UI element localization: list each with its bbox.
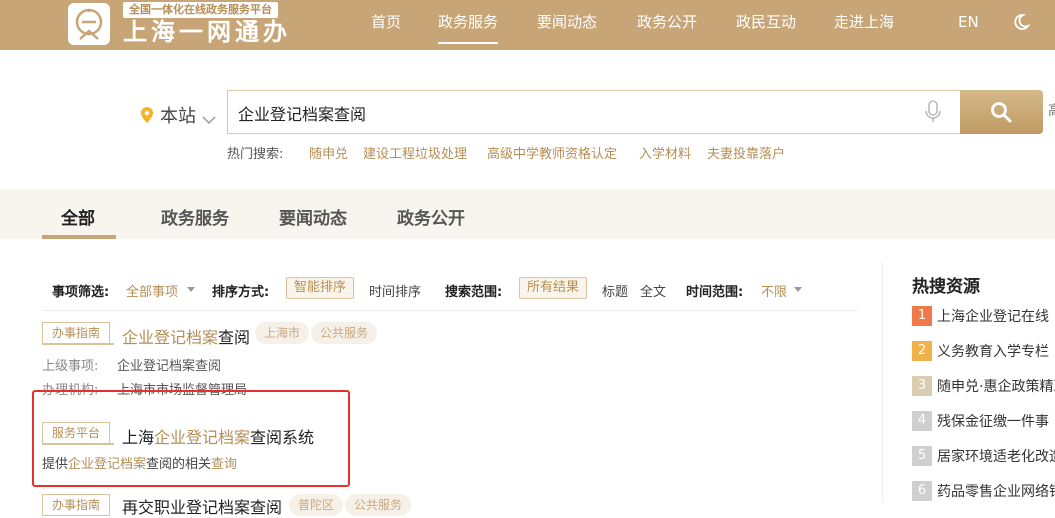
- nav-news[interactable]: 要闻动态: [537, 0, 597, 50]
- region-tag[interactable]: 上海市: [255, 322, 310, 344]
- range-fulltext-button[interactable]: 全文: [640, 281, 666, 300]
- lang-switch[interactable]: EN: [958, 0, 979, 44]
- location-pin-icon: [140, 106, 154, 128]
- hot-resource-item[interactable]: 上海企业登记在线: [937, 306, 1049, 326]
- nav-interaction[interactable]: 政民互动: [736, 0, 796, 50]
- hot-resource-item[interactable]: 居家环境适老化改造: [937, 446, 1055, 466]
- meta-label: 上级事项:: [42, 359, 99, 374]
- hot-search-item[interactable]: 高级中学教师资格认定: [487, 143, 617, 162]
- tab-gov-service[interactable]: 政务服务: [161, 204, 229, 229]
- category-tag[interactable]: 公共服务: [311, 322, 378, 344]
- rank-badge: 6: [912, 481, 932, 501]
- search-button[interactable]: [960, 90, 1043, 134]
- sort-time-button[interactable]: 时间排序: [369, 281, 421, 300]
- nav-home[interactable]: 首页: [371, 0, 401, 50]
- rank-badge: 2: [912, 341, 932, 361]
- rank-badge: 3: [912, 376, 932, 396]
- chevron-down-icon[interactable]: [202, 110, 216, 129]
- sort-smart-button[interactable]: 智能排序: [286, 277, 355, 299]
- title-highlight: 企业登记档案: [122, 328, 219, 347]
- result-type-badge: 办事指南: [42, 494, 111, 516]
- hot-search-item[interactable]: 夫妻投靠落户: [707, 143, 785, 162]
- rank-badge: 5: [912, 446, 932, 466]
- search-input[interactable]: [238, 101, 898, 125]
- search-box: [227, 90, 962, 134]
- nav-gov-open[interactable]: 政务公开: [637, 0, 697, 50]
- meta-value: 企业登记档案查阅: [117, 359, 222, 374]
- hot-resource-item[interactable]: 药品零售企业网络销: [937, 481, 1055, 501]
- brand-tag: 全国一体化在线政务服务平台: [123, 2, 278, 18]
- result-type-badge: 办事指南: [42, 322, 111, 344]
- rank-badge: 1: [912, 306, 932, 326]
- hot-search-item[interactable]: 随申兑: [309, 143, 348, 162]
- result-tabs-bar: [0, 189, 1055, 239]
- microphone-icon[interactable]: [924, 100, 942, 128]
- search-scope[interactable]: 本站: [160, 102, 196, 128]
- range-label: 搜索范围:: [445, 285, 503, 300]
- hot-resource-item[interactable]: 残保金征缴一件事: [937, 411, 1049, 431]
- logo-icon[interactable]: [68, 3, 110, 45]
- badge-underline: [42, 343, 114, 345]
- filter-divider: [42, 310, 858, 311]
- tab-all[interactable]: 全部: [61, 204, 95, 229]
- sort-label: 排序方式:: [212, 285, 270, 300]
- rank-badge: 4: [912, 411, 932, 431]
- hot-resource-item[interactable]: 随申兑·惠企政策精准: [937, 376, 1055, 396]
- caret-down-icon[interactable]: [794, 287, 802, 292]
- range-all-button[interactable]: 所有结果: [519, 277, 588, 299]
- hot-resources-title: 热搜资源: [912, 277, 980, 297]
- region-tag[interactable]: 普陀区: [289, 494, 344, 516]
- nav-about-shanghai[interactable]: 走进上海: [834, 0, 894, 50]
- time-range-label: 时间范围:: [686, 285, 744, 300]
- range-title-button[interactable]: 标题: [602, 281, 628, 300]
- search-icon: [991, 102, 1012, 123]
- nav-gov-service[interactable]: 政务服务: [438, 0, 499, 50]
- title-rest: 查阅: [218, 328, 251, 347]
- tab-news[interactable]: 要闻动态: [279, 204, 347, 229]
- active-tab-indicator: [42, 235, 116, 239]
- item-filter-select[interactable]: 全部事项: [126, 281, 178, 300]
- hot-resource-item[interactable]: 义务教育入学专栏: [937, 341, 1049, 361]
- hot-search-item[interactable]: 入学材料: [639, 143, 691, 162]
- result-title-link[interactable]: 企业登记档案查阅: [122, 324, 250, 348]
- advanced-search-link[interactable]: 高: [1048, 100, 1055, 120]
- time-range-select[interactable]: 不限: [761, 281, 787, 300]
- tab-gov-open[interactable]: 政务公开: [397, 204, 465, 229]
- caret-down-icon[interactable]: [187, 287, 195, 292]
- item-filter-label: 事项筛选:: [52, 285, 110, 300]
- annotation-red-box: [32, 390, 350, 487]
- brand-title: 上海一网通办: [123, 18, 291, 46]
- sidebar-divider: [882, 262, 883, 503]
- hot-search-item[interactable]: 建设工程垃圾处理: [363, 143, 467, 162]
- result-title-link[interactable]: 再交职业登记档案查阅: [122, 494, 282, 518]
- elder-mode-icon[interactable]: [1010, 12, 1031, 36]
- hot-search-label: 热门搜索:: [227, 147, 284, 162]
- category-tag[interactable]: 公共服务: [345, 494, 412, 516]
